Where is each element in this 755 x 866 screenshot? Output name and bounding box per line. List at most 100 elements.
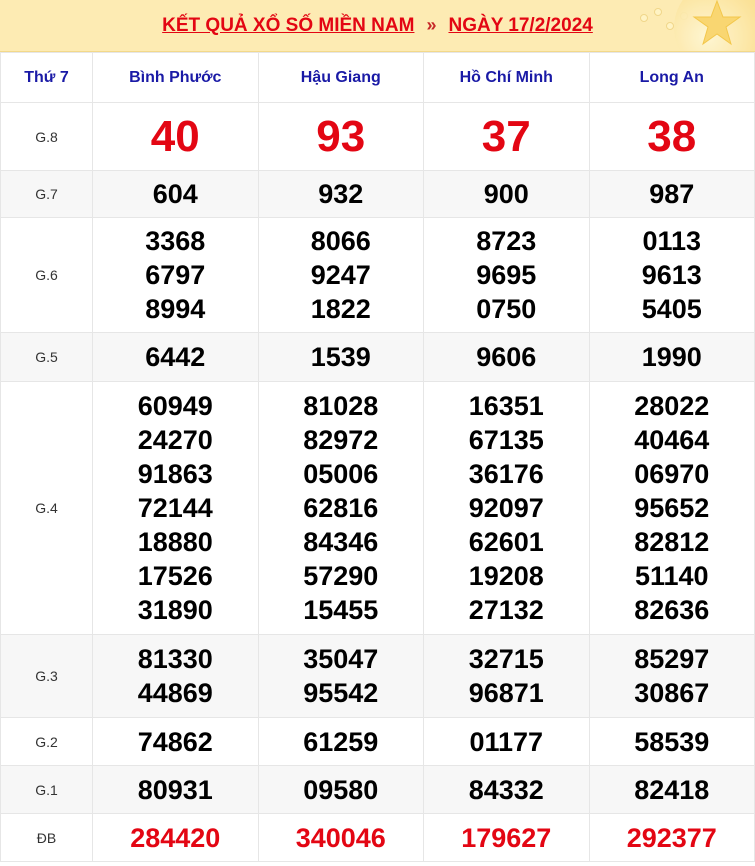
results-table: Thứ 7 Bình Phước Hậu Giang Hồ Chí Minh L… <box>0 52 755 862</box>
prize-cell: 1539 <box>257 332 424 382</box>
winning-number: 72144 <box>137 493 213 523</box>
winning-number: 93 <box>316 111 366 161</box>
prize-row: G.4 60949 24270 91863 72144 18880 17526 31890 81… <box>0 381 755 635</box>
winning-number: 16351 <box>468 391 544 421</box>
winning-number: 28022 <box>634 391 710 421</box>
winning-number: 284420 <box>130 822 221 853</box>
winning-number: 0113 <box>642 226 702 256</box>
prize-cell: 80931 <box>92 765 259 814</box>
prize-cell: 01177 <box>423 717 590 766</box>
winning-number: 38 <box>647 111 697 161</box>
prize-cell: 60949 24270 91863 72144 18880 17526 31890 <box>92 381 259 635</box>
winning-number: 604 <box>152 179 198 209</box>
winning-number: 19208 <box>468 561 544 591</box>
prize-cell: 93 <box>257 102 424 171</box>
prize-label: G.4 <box>0 381 93 635</box>
prize-label: G.1 <box>0 765 93 814</box>
winning-number: 82812 <box>634 527 710 557</box>
winning-number: 85297 <box>634 644 710 674</box>
prize-cell: 292377 <box>588 813 755 862</box>
prize-cell: 16351 67135 36176 92097 62601 19208 27132 <box>423 381 590 635</box>
prize-cell: 85297 30867 <box>588 634 755 718</box>
date-link[interactable]: NGÀY 17/2/2024 <box>448 15 592 37</box>
prize-rows: G.8 40 93 37 38 G.7 604 932 900 987 G.6 3368 6797 899… <box>0 102 755 862</box>
prize-cell: 284420 <box>92 813 259 862</box>
prize-cell: 81330 44869 <box>92 634 259 718</box>
prize-cell: 74862 <box>92 717 259 766</box>
prize-cell: 82418 <box>588 765 755 814</box>
winning-number: 292377 <box>626 822 717 853</box>
winning-number: 5405 <box>641 294 702 324</box>
results-header: KẾT QUẢ XỔ SỐ MIỀN NAM » NGÀY 17/2/2024 <box>0 0 755 52</box>
prize-cell: 38 <box>588 102 755 171</box>
winning-number: 61259 <box>303 726 379 757</box>
prize-label: ĐB <box>0 813 93 862</box>
winning-number: 8066 <box>310 226 371 256</box>
winning-number: 81028 <box>303 391 379 421</box>
header-title: KẾT QUẢ XỔ SỐ MIỀN NAM » NGÀY 17/2/2024 <box>162 15 593 37</box>
winning-number: 82636 <box>634 595 710 625</box>
winning-number: 74862 <box>137 726 213 757</box>
winning-number: 91863 <box>137 459 213 489</box>
winning-number: 09580 <box>303 774 379 805</box>
winning-number: 27132 <box>468 595 544 625</box>
province-header[interactable]: Bình Phước <box>92 52 259 103</box>
prize-cell: 35047 95542 <box>257 634 424 718</box>
winning-number: 92097 <box>468 493 544 523</box>
prize-row: G.6 3368 6797 8994 8066 9247 1822 8723 9695 0750 0… <box>0 217 755 333</box>
prize-label: G.7 <box>0 170 93 218</box>
winning-number: 84332 <box>468 774 544 805</box>
province-header[interactable]: Long An <box>588 52 755 103</box>
winning-number: 58539 <box>634 726 710 757</box>
winning-number: 30867 <box>634 678 710 708</box>
prize-row: G.1 80931 09580 84332 82418 <box>0 765 755 814</box>
prize-cell: 0113 9613 5405 <box>588 217 755 333</box>
winning-number: 24270 <box>137 425 213 455</box>
prize-row: G.7 604 932 900 987 <box>0 170 755 218</box>
winning-number: 40464 <box>634 425 710 455</box>
province-header[interactable]: Hồ Chí Minh <box>423 52 590 103</box>
winning-number: 8994 <box>145 294 206 324</box>
winning-number: 987 <box>649 179 695 209</box>
province-header[interactable]: Hậu Giang <box>257 52 424 103</box>
winning-number: 95652 <box>634 493 710 523</box>
prize-cell: 40 <box>92 102 259 171</box>
prize-label: G.2 <box>0 717 93 766</box>
winning-number: 44869 <box>137 678 213 708</box>
winning-number: 35047 <box>303 644 379 674</box>
winning-number: 36176 <box>468 459 544 489</box>
winning-number: 15455 <box>303 595 379 625</box>
day-of-week: Thứ 7 <box>0 52 93 103</box>
prize-cell: 32715 96871 <box>423 634 590 718</box>
prize-row: G.3 81330 44869 35047 95542 32715 96871 85297 30… <box>0 634 755 718</box>
prize-cell: 900 <box>423 170 590 218</box>
prize-cell: 28022 40464 06970 95652 82812 51140 82636 <box>588 381 755 635</box>
winning-number: 9606 <box>476 342 537 372</box>
prize-cell: 3368 6797 8994 <box>92 217 259 333</box>
prize-row: G.8 40 93 37 38 <box>0 102 755 171</box>
winning-number: 0750 <box>476 294 537 324</box>
region-results-link[interactable]: KẾT QUẢ XỔ SỐ MIỀN NAM <box>162 15 414 37</box>
winning-number: 84346 <box>303 527 379 557</box>
winning-number: 81330 <box>137 644 213 674</box>
prize-cell: 340046 <box>257 813 424 862</box>
prize-cell: 987 <box>588 170 755 218</box>
winning-number: 06970 <box>634 459 710 489</box>
prize-label: G.8 <box>0 102 93 171</box>
winning-number: 9247 <box>310 260 371 290</box>
winning-number: 67135 <box>468 425 544 455</box>
winning-number: 1822 <box>310 294 371 324</box>
winning-number: 18880 <box>137 527 213 557</box>
prize-cell: 932 <box>257 170 424 218</box>
winning-number: 05006 <box>303 459 379 489</box>
winning-number: 32715 <box>468 644 544 674</box>
winning-number: 51140 <box>634 561 709 591</box>
prize-row: ĐB 284420 340046 179627 292377 <box>0 813 755 862</box>
prize-cell: 81028 82972 05006 62816 84346 57290 15455 <box>257 381 424 635</box>
winning-number: 1990 <box>641 342 702 372</box>
winning-number: 9613 <box>641 260 702 290</box>
winning-number: 340046 <box>295 822 386 853</box>
prize-cell: 8723 9695 0750 <box>423 217 590 333</box>
winning-number: 82418 <box>634 774 710 805</box>
breadcrumb-separator: » <box>426 15 437 35</box>
